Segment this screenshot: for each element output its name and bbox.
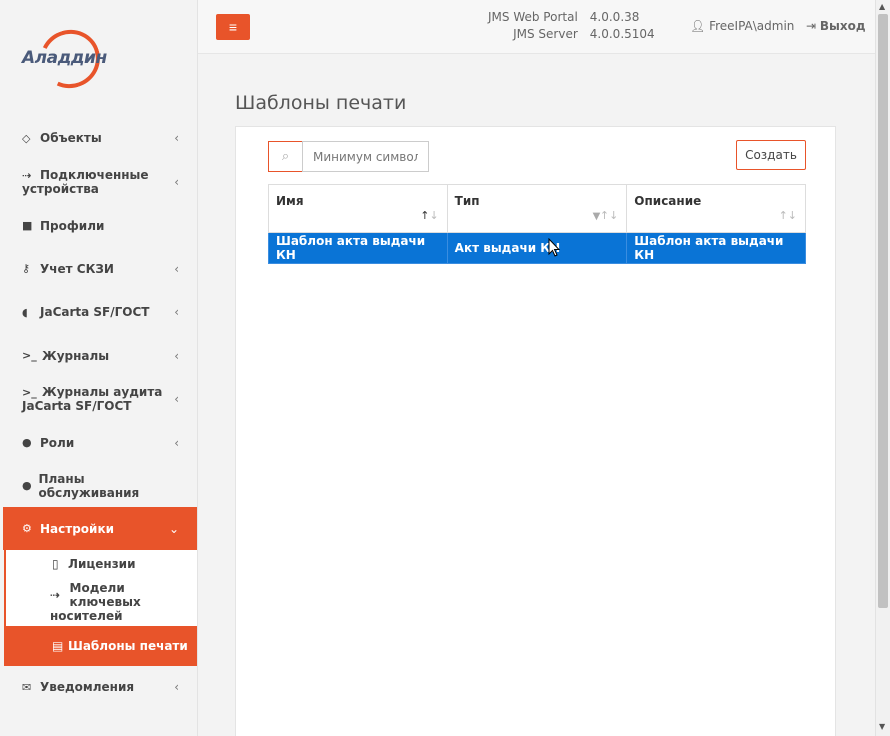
table-row[interactable]: Шаблон акта выдачи КН Акт выдачи КН Шабл… [268,232,806,264]
sort-icon[interactable]: ↑↓ [779,209,797,222]
mouse-cursor-icon [548,238,560,257]
sidebar-subitem-label: Шаблоны печати [68,639,188,653]
settings-submenu: ▯ Лицензии ⇢ Модели ключевых носителей ▤ Ша… [4,550,197,666]
chevron-left-icon: ‹ [174,305,179,319]
user-menu[interactable]: 👤︎ FreeIPA\admin [690,19,794,33]
file-icon: ▯ [52,557,59,571]
sidebar-subitem-print-templates[interactable]: ▤ Шаблоны печати [6,626,197,666]
search-icon[interactable]: ⌕ [268,141,302,172]
user-circle-icon: ● [22,479,32,492]
chevron-left-icon: ‹ [174,680,179,694]
chevron-left-icon: ‹ [174,348,179,363]
table-cell-description[interactable]: Шаблон акта выдачи КН [626,232,806,264]
templates-panel: ⌕ Создать Имя ↑↓ Тип ▼ ↑↓ Описание ↑↓ [235,126,836,736]
chevron-down-icon: ⌄ [168,521,179,536]
column-header-label: Тип [454,194,480,208]
sidebar-item-label: Журналы [42,348,110,363]
create-button[interactable]: Создать [736,140,806,170]
sidebar-subitem-key-models[interactable]: ⇢ Модели ключевых носителей [6,578,197,626]
search-box: ⌕ [268,141,429,172]
logo-text: Аладдин [22,48,107,68]
diamond-icon: ◇ [22,131,31,145]
sidebar-item-label-line2: устройства [22,182,99,196]
sidebar-item-settings[interactable]: ⚙ Настройки ⌄ [3,507,197,550]
sidebar-item-label-line2: JaCarta SF/ГОСТ [22,399,132,413]
server-label: JMS Server [513,27,578,41]
sidebar: Аладдин ◇ Объекты ‹ ⇢ Подключенные устройс… [0,0,198,736]
sidebar-item-label: Настройки [40,521,115,536]
chevron-left-icon: ‹ [174,131,179,145]
chevron-left-icon: ‹ [174,175,179,189]
scroll-down-icon[interactable]: ▼ [879,722,885,731]
envelope-icon: ✉ [22,680,32,694]
scroll-thumb[interactable] [878,14,888,608]
sidebar-item-roles[interactable]: ● Роли ‹ [0,421,197,464]
sidebar-item-objects[interactable]: ◇ Объекты ‹ [0,116,197,160]
aladdin-logo[interactable]: Аладдин [20,21,109,97]
sort-asc-icon[interactable]: ↑↓ [420,209,438,222]
sidebar-subitem-label: Модели ключевых [69,581,141,609]
usb-icon: ⇢ [50,588,61,602]
sidebar-item-label: Объекты [40,131,102,145]
key-icon: ⚷ [22,262,31,275]
sidebar-subitem-label-line2: носителей [50,609,123,623]
sidebar-item-skzi[interactable]: ⚷ Учет СКЗИ ‹ [0,247,197,290]
sidebar-item-label: Профили [40,218,105,233]
scroll-up-icon[interactable]: ▲ [879,2,885,11]
printer-icon: ▤ [52,639,64,653]
column-header-label: Описание [634,194,702,208]
sidebar-item-logs[interactable]: >_ Журналы ‹ [0,334,197,377]
column-header-description[interactable]: Описание ↑↓ [626,184,806,233]
page-title: Шаблоны печати [235,92,407,114]
top-header: ≡ JMS Web Portal 4.0.0.38 JMS Server 4.0.0… [198,0,875,54]
column-header-type[interactable]: Тип ▼ ↑↓ [446,184,628,233]
menu-toggle-button[interactable]: ≡ [216,14,250,40]
gears-icon: ⚙ [22,522,32,535]
chevron-left-icon: ‹ [174,435,179,450]
table-cell-type[interactable]: Акт выдачи КН [446,232,628,264]
page-scrollbar[interactable]: ▲ ▼ [875,0,890,736]
sidebar-item-notifications[interactable]: ✉ Уведомления ‹ [0,666,197,708]
column-header-label: Имя [276,194,304,208]
portal-version: 4.0.0.38 [589,10,640,24]
user-icon: 👤︎ [690,19,710,33]
portal-label: JMS Web Portal [488,10,578,24]
sidebar-item-maintenance[interactable]: ● Планы обслуживания [0,464,197,507]
sidebar-item-label: Уведомления [40,680,135,694]
shield-icon: ◖ [22,305,28,319]
version-info: JMS Web Portal 4.0.0.38 JMS Server 4.0.0.5… [488,9,655,43]
sidebar-item-label: Учет СКЗИ [40,261,114,276]
user-name: FreeIPA\admin [709,19,795,33]
terminal-icon: >_ [22,349,37,362]
sidebar-item-label: Подключенные [40,168,149,182]
templates-table: Имя ↑↓ Тип ▼ ↑↓ Описание ↑↓ Шаблон акта … [268,184,806,264]
folder-icon: ■ [22,219,33,232]
chevron-left-icon: ‹ [174,261,179,276]
sidebar-subitem-label: Лицензии [68,557,136,571]
sidebar-item-audit-logs[interactable]: >_ Журналы аудита JaCarta SF/ГОСТ ‹ [0,377,197,421]
sort-icon[interactable]: ↑↓ [600,209,618,222]
logout-label: Выход [819,19,866,33]
sidebar-item-jacarta[interactable]: ◖ JaCarta SF/ГОСТ ‹ [0,290,197,334]
sidebar-item-label: Журналы аудита [42,385,163,399]
sidebar-item-profiles[interactable]: ■ Профили [0,204,197,247]
search-input[interactable] [302,141,429,172]
table-cell-name[interactable]: Шаблон акта выдачи КН [268,232,448,264]
logout-link[interactable]: ⇥ Выход [806,19,866,33]
hamburger-icon: ≡ [228,19,238,35]
server-version: 4.0.0.5104 [589,27,655,41]
sidebar-nav: ◇ Объекты ‹ ⇢ Подключенные устройства ‹ ■ П… [0,116,197,708]
user-circle-icon: ● [22,436,32,449]
sidebar-item-devices[interactable]: ⇢ Подключенные устройства ‹ [0,160,197,204]
logout-icon: ⇥ [806,19,820,33]
sidebar-item-label: Планы обслуживания [38,471,140,500]
usb-icon: ⇢ [22,168,32,182]
chevron-left-icon: ‹ [174,392,179,406]
terminal-icon: >_ [22,385,37,399]
sidebar-item-label: JaCarta SF/ГОСТ [40,305,150,319]
column-header-name[interactable]: Имя ↑↓ [268,184,448,233]
sidebar-subitem-licenses[interactable]: ▯ Лицензии [6,550,197,578]
sidebar-item-label: Роли [40,435,75,450]
